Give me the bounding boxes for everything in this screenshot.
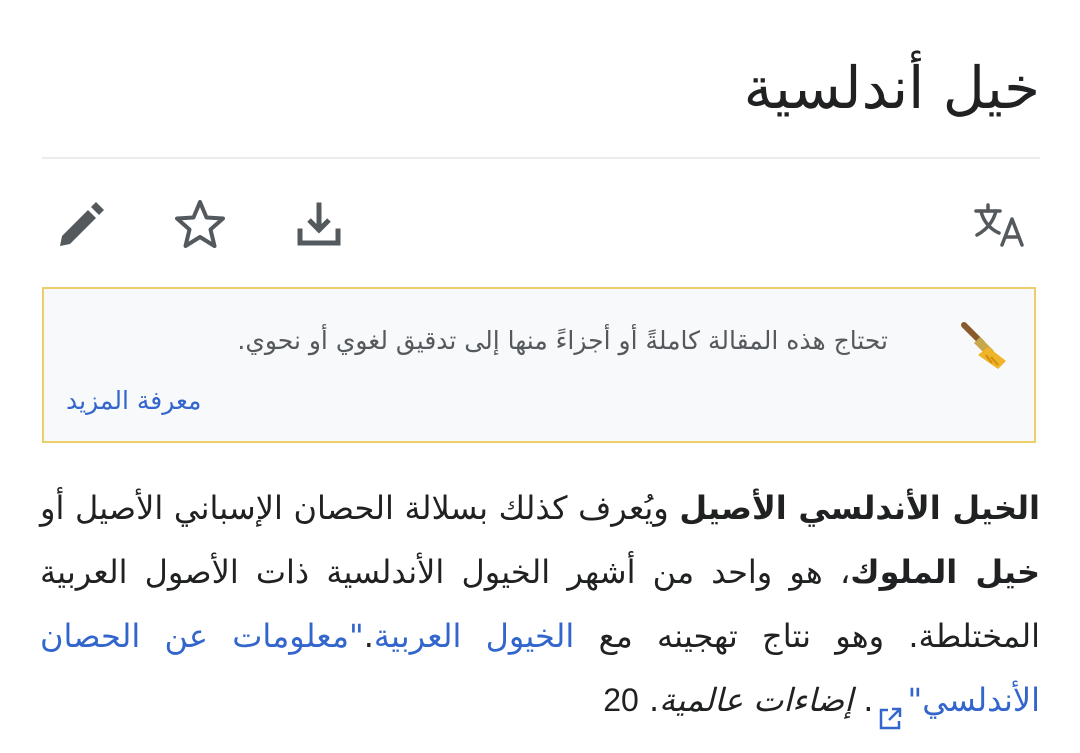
arabian-horses-link[interactable]: الخيول العربية [374,617,574,655]
pencil-icon [54,198,108,252]
edit-button[interactable] [46,190,116,260]
star-icon [172,198,228,252]
page-title: خيل أندلسية [743,54,1040,122]
paragraph-text: . [853,681,874,719]
publisher-name: إضاءات عالمية [659,681,854,719]
article-paragraph: الخيل الأندلسي الأصيل ويُعرف كذلك بسلالة… [40,476,1040,732]
notice-text: تحتاج هذه المقالة كاملةً أو أجزاءً منها … [237,326,888,355]
broom-icon [958,319,1012,373]
watch-button[interactable] [165,190,235,260]
bold-term: الخيل الأندلسي الأصيل [679,489,1040,527]
page-actions-toolbar [0,190,1080,270]
title-divider [42,157,1040,159]
bold-term: خيل الملوك [850,553,1041,591]
grammar-notice-box: تحتاج هذه المقالة كاملةً أو أجزاءً منها … [42,287,1036,443]
paragraph-text: . [363,617,374,655]
download-button[interactable] [284,190,354,260]
download-icon [293,199,345,251]
paragraph-text: ويُعرف كذلك بسلالة الحصان الإسباني الأصي… [40,489,680,527]
language-button[interactable] [966,190,1036,260]
external-link-icon [877,689,903,730]
date-number: 20 [603,682,639,718]
language-translate-icon [972,199,1030,251]
learn-more-link[interactable]: معرفة المزيد [66,383,201,419]
paragraph-text: . [638,681,660,719]
